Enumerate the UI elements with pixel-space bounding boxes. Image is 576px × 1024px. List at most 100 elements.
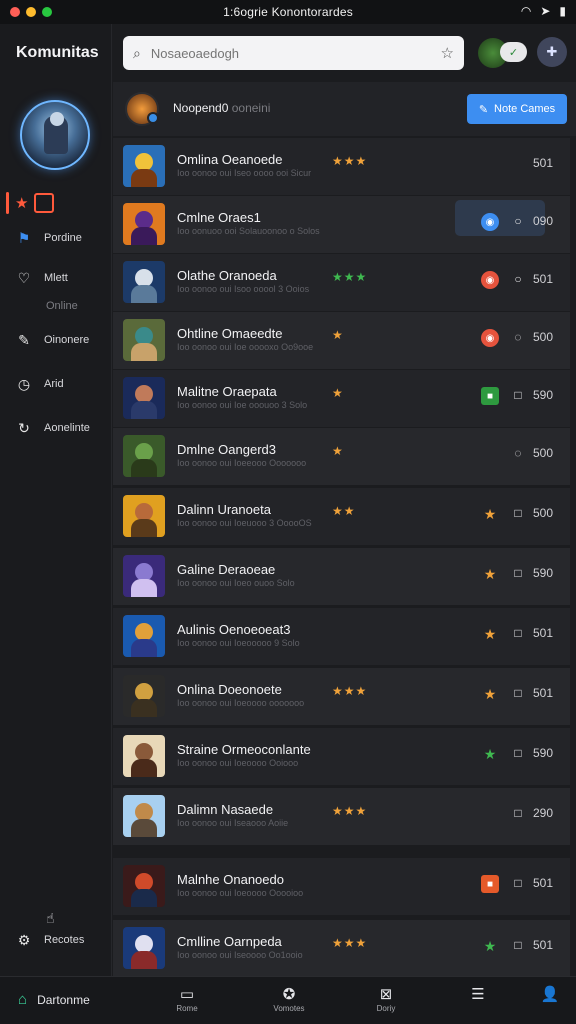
game-thumbnail[interactable] [123, 435, 165, 477]
row-action-icon[interactable]: □ [511, 387, 525, 403]
game-thumbnail[interactable] [123, 495, 165, 537]
game-row[interactable]: Straine Ormeoconlante Ioo oonoo oui Ioeoo… [113, 728, 570, 786]
game-thumbnail[interactable] [123, 203, 165, 245]
game-row[interactable]: Dmlne Oangerd3 Ioo oonoo oui Ioeeooo Oooo… [113, 428, 570, 486]
game-row[interactable]: Malitne Oraepata Ioo oonoo oui Ioe ooouoo… [113, 370, 570, 428]
game-title: Dmlne Oangerd3 [177, 442, 276, 457]
game-row[interactable]: Cmlne Oraes1 Ioo oonuoo ooi Solauoonoo o … [113, 196, 570, 254]
game-thumbnail[interactable] [123, 615, 165, 657]
game-thumbnail[interactable] [123, 675, 165, 717]
row-action-icon[interactable]: □ [511, 745, 525, 761]
nav-list[interactable]: ☰ [448, 985, 508, 1003]
status-marker-icon[interactable]: ★ [481, 625, 499, 643]
gamepad-icon: ✚ [546, 44, 558, 59]
status-toggle[interactable]: ✓ [500, 42, 527, 62]
row-action-icon[interactable]: □ [511, 685, 525, 701]
game-row[interactable]: Olathe Oranoeda Ioo oonoo oui Isoo ooool … [113, 254, 570, 312]
game-thumbnail[interactable] [123, 261, 165, 303]
nav-vomotes[interactable]: ✪ Vomotes [259, 985, 319, 1013]
status-marker-icon[interactable]: ★ [481, 745, 499, 763]
search-input[interactable] [150, 45, 431, 61]
game-subtitle: Ioo oonoo oui Iseoooo Oo1ooio [177, 950, 303, 960]
status-marker-icon[interactable]: ■ [481, 387, 499, 405]
row-action-icon[interactable]: □ [511, 875, 525, 891]
profile-strip: Noopend0 ooneini ✎ Note Cames [113, 82, 576, 136]
player-count: 501 [533, 876, 554, 890]
sidebar-item-home-active[interactable]: ★ [6, 192, 55, 214]
row-action-icon[interactable]: ◌ [511, 329, 525, 345]
player-count: 501 [533, 686, 554, 700]
status-marker-icon[interactable]: ◉ [481, 271, 499, 289]
status-title: 1:6ogrie Konontorardes [223, 5, 353, 19]
status-marker-icon[interactable]: ★ [481, 937, 499, 955]
hand-icon[interactable]: ☝ [46, 910, 55, 927]
game-thumbnail[interactable] [123, 377, 165, 419]
row-action-icon[interactable]: □ [511, 937, 525, 953]
player-count: 500 [533, 446, 554, 460]
game-thumbnail[interactable] [123, 865, 165, 907]
game-subtitle: Ioo oonoo oui Ioeoooo Ooiooo [177, 758, 299, 768]
status-marker-icon[interactable]: ★ [481, 505, 499, 523]
game-icon: ✪ [282, 986, 296, 1003]
sidebar-item-mlett[interactable]: ♡ Mlett [14, 268, 68, 288]
row-action-icon[interactable]: ○ [511, 271, 525, 287]
game-thumbnail[interactable] [123, 145, 165, 187]
sidebar-item-pordine[interactable]: ⚑ Pordine [14, 228, 82, 248]
nav-profile[interactable]: 👤 [520, 985, 576, 1003]
status-marker-icon[interactable]: ★ [481, 685, 499, 703]
nav-rome[interactable]: ▭ Rome [157, 985, 217, 1013]
status-marker-icon[interactable]: ■ [481, 875, 499, 893]
chat-icon: ✎ [18, 331, 30, 348]
row-action-icon[interactable]: □ [511, 805, 525, 821]
nav-doriy[interactable]: ⊠ Doriy [356, 985, 416, 1013]
bottom-nav: ⌂ Dartonme ▭ Rome ✪ Vomotes ⊠ Doriy ☰ 👤 [0, 976, 576, 1024]
game-thumbnail[interactable] [123, 555, 165, 597]
game-row[interactable]: Malnhe Onanoedo Ioo oonoo oui Ioeoooo Ooo… [113, 858, 570, 916]
game-row[interactable]: Omlina Oeanoede Ioo oonoo oui Iseo oooo o… [113, 138, 570, 196]
row-action-icon[interactable]: □ [511, 565, 525, 581]
game-row[interactable]: Ohtline Omaeedte Ioo oonoo oui Ioe ooooxo… [113, 312, 570, 370]
game-title: Onlina Doeonoete [177, 682, 282, 697]
game-thumbnail[interactable] [123, 795, 165, 837]
rating-stars: ★★★ [332, 936, 368, 950]
favorite-star-icon[interactable]: ☆ [441, 44, 454, 62]
home-icon [34, 193, 55, 213]
sidebar-item-arid[interactable]: ◷ Arid [14, 374, 64, 394]
game-subtitle: Ioo oonoo oui Iseo oooo ooi Sicur [177, 168, 312, 178]
game-row[interactable]: Galine Deraoeae Ioo oonoo oui Ioeo ouoo S… [113, 548, 570, 606]
game-subtitle: Ioo oonoo oui Ioeo ouoo Solo [177, 578, 295, 588]
profile-icon: 👤 [540, 986, 560, 1003]
row-action-icon[interactable]: □ [511, 625, 525, 641]
wifi-icon: ◠ [520, 4, 532, 18]
gamepad-button[interactable]: ✚ [537, 37, 567, 67]
game-row[interactable]: Onlina Doeonoete Ioo oonoo oui Ioeoooo oo… [113, 668, 570, 726]
list-icon: ☰ [471, 986, 485, 1003]
sidebar-item-oinonere[interactable]: ✎ Oinonere [14, 330, 89, 350]
game-thumbnail[interactable] [123, 927, 165, 969]
nav-home[interactable]: ⌂ Dartonme [18, 991, 90, 1008]
status-marker-icon[interactable]: ◉ [481, 213, 499, 231]
game-thumbnail[interactable] [123, 319, 165, 361]
game-row[interactable]: Dalimn Nasaede Ioo oonoo oui Iseaooo Aoii… [113, 788, 570, 846]
inbox-icon: ⊠ [379, 986, 393, 1003]
nav-label: Doriy [376, 1004, 396, 1013]
game-subtitle: Ioo oonoo oui Ioeoooo ooooooo [177, 698, 305, 708]
game-row[interactable]: Aulinis Oenoeoeat3 Ioo oonoo oui Ioeooooo… [113, 608, 570, 666]
status-marker-icon[interactable]: ◉ [481, 329, 499, 347]
sidebar: Komunitas ★ ⚑ Pordine ♡ Mlett Online ✎ O… [0, 24, 112, 976]
game-subtitle: Ioo oonoo oui Ioeoooo Ooooioo [177, 888, 304, 898]
game-row[interactable]: Cmlline Oarnpeda Ioo oonoo oui Iseoooo Oo… [113, 920, 570, 978]
sidebar-item-recotes[interactable]: ⚙ Recotes [14, 930, 85, 950]
game-thumbnail[interactable] [123, 735, 165, 777]
row-action-icon[interactable]: □ [511, 505, 525, 521]
search-bar[interactable]: ⌕ ☆ [123, 36, 464, 70]
profile-avatar[interactable] [20, 100, 90, 170]
note-games-button[interactable]: ✎ Note Cames [467, 94, 567, 124]
game-row[interactable]: Dalinn Uranoeta Ioo oonoo oui Ioeuooo 3 O… [113, 488, 570, 546]
game-title: Cmlline Oarnpeda [177, 934, 282, 949]
status-marker-icon[interactable]: ★ [481, 565, 499, 583]
sidebar-item-aonelinte[interactable]: ↻ Aonelinte [14, 418, 90, 438]
row-action-icon[interactable]: ◌ [511, 445, 525, 461]
send-icon: ➤ [540, 4, 551, 18]
row-action-icon[interactable]: ○ [511, 213, 525, 229]
